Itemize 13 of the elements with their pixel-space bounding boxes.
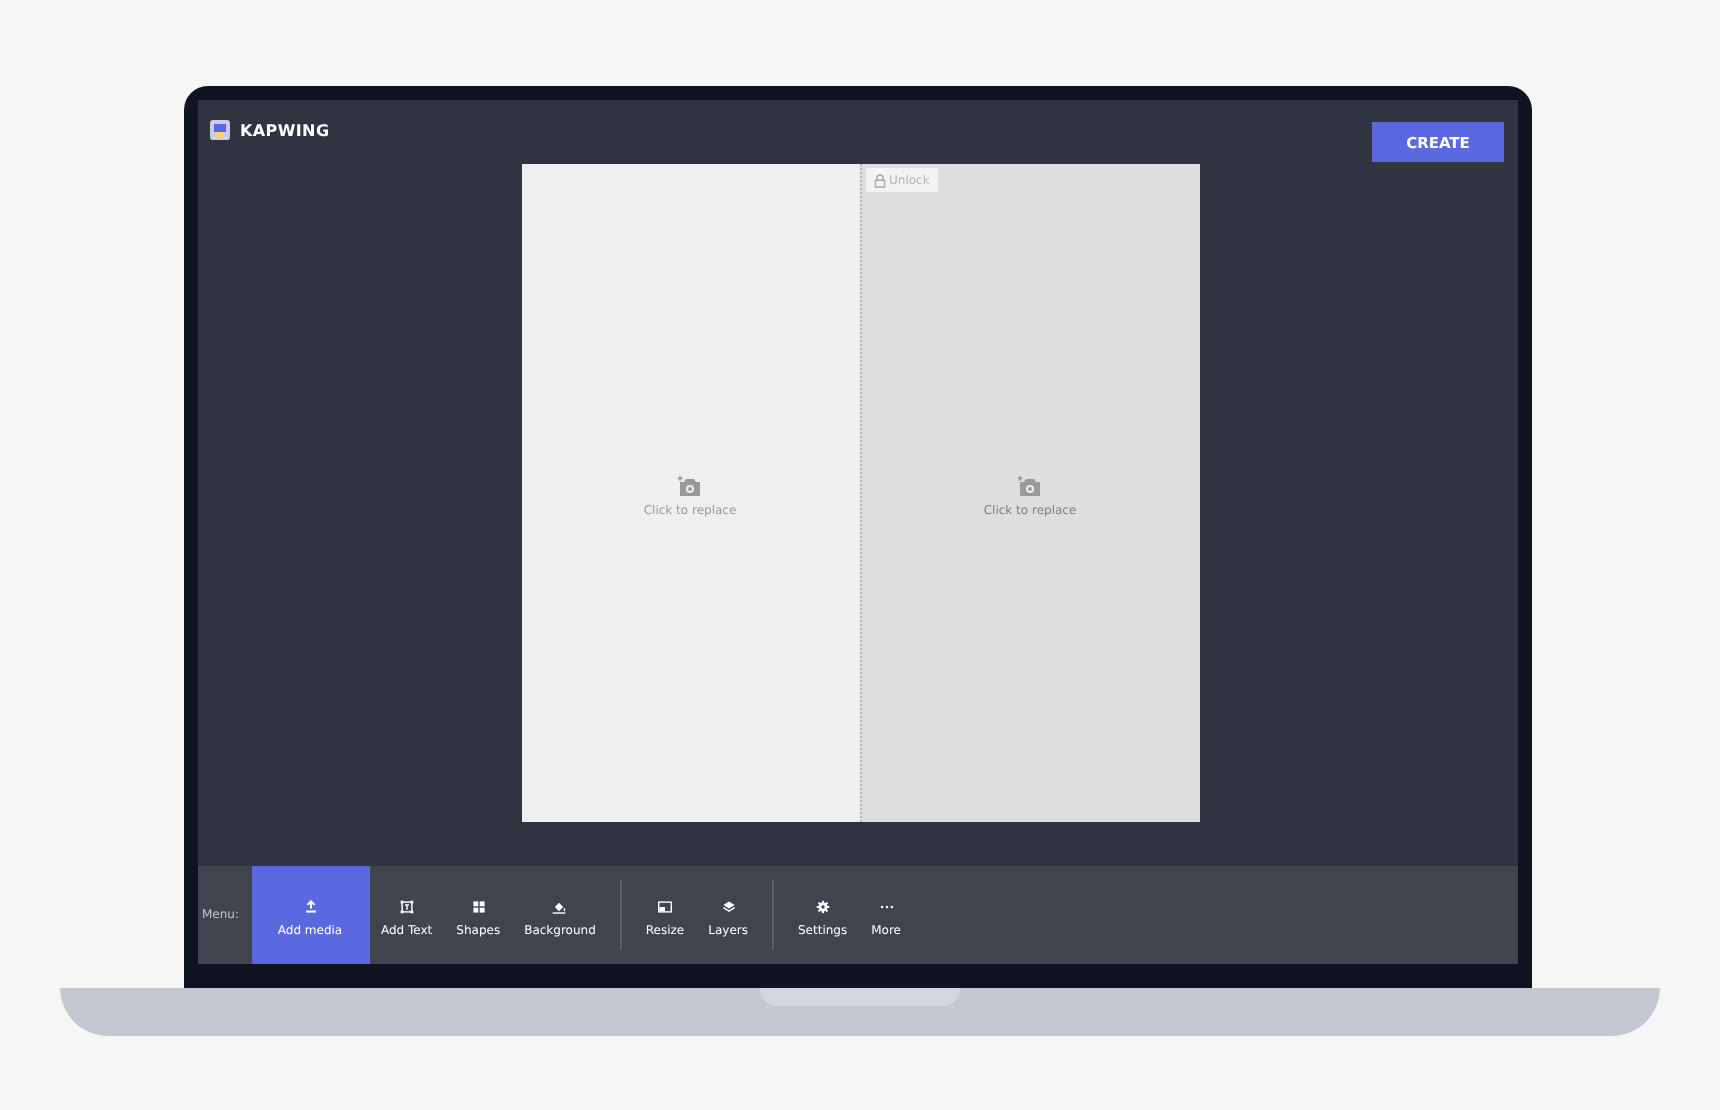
layers-icon: [721, 900, 736, 914]
app-logo: KAPWING: [240, 121, 330, 139]
camera-add-icon: [678, 475, 702, 497]
more-icon: [879, 900, 894, 914]
upload-icon: [303, 900, 317, 914]
grid-icon: [471, 900, 486, 914]
camera-add-icon: [1018, 475, 1042, 497]
resize-icon: [658, 900, 672, 914]
logo-icon: [210, 120, 230, 140]
lock-icon: [873, 173, 885, 187]
paint-bucket-icon: [552, 900, 567, 914]
settings-icon: [815, 900, 830, 914]
text-frame-icon: [399, 900, 414, 914]
